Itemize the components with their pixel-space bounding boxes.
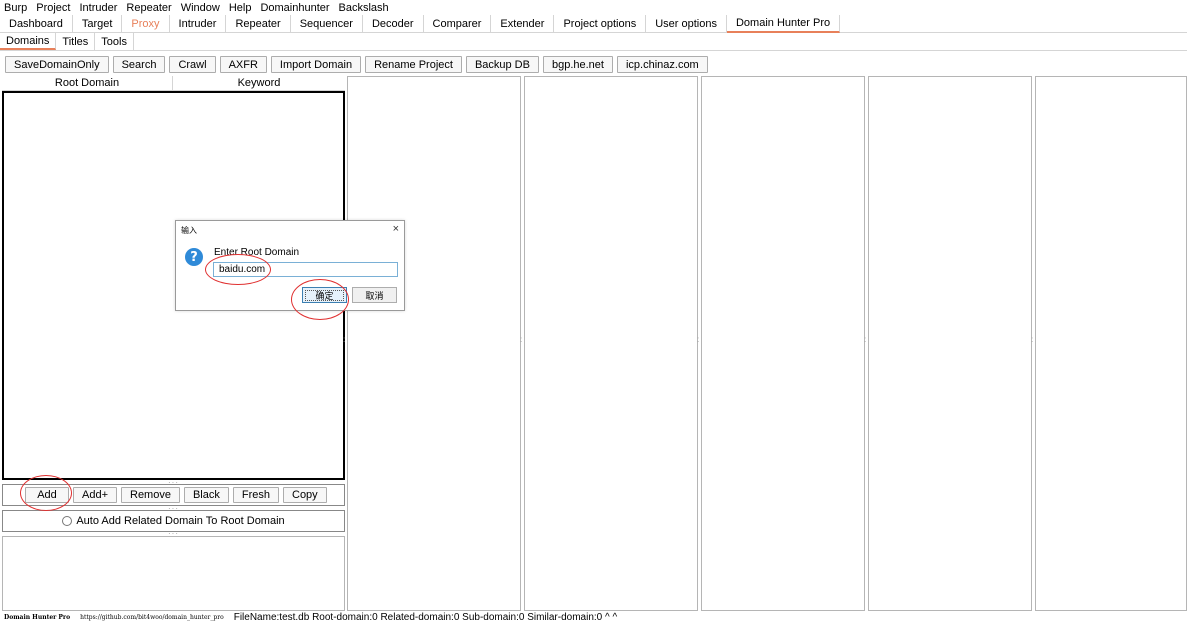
dialog-label: Enter Root Domain [214,247,300,258]
divider [0,50,1187,51]
main-tab-bar: Dashboard Target Proxy Intruder Repeater… [0,15,1187,33]
menu-bar: Burp Project Intruder Repeater Window He… [0,0,1187,15]
result-panel-2[interactable] [524,76,698,611]
ok-button[interactable]: 确定 [302,287,347,303]
status-github-link[interactable]: https://github.com/bit4woo/domain_hunter… [80,614,224,621]
add-plus-button[interactable]: Add+ [73,487,117,503]
status-brand: Domain Hunter Pro [4,614,71,621]
question-icon: ? [185,248,203,266]
fresh-button[interactable]: Fresh [232,487,279,503]
add-button[interactable]: Add [25,487,69,503]
tab-intruder[interactable]: Intruder [170,15,227,33]
column-keyword[interactable]: Keyword [173,76,345,90]
menu-domainhunter[interactable]: Domainhunter [260,2,329,14]
tab-extender[interactable]: Extender [491,15,555,33]
dialog-title: 输入 [181,226,197,235]
result-panel-4[interactable] [868,76,1032,611]
ok-button-label: 确定 [305,289,344,301]
tab-sequencer[interactable]: Sequencer [291,15,363,33]
cancel-button[interactable]: 取消 [352,287,397,303]
remove-button[interactable]: Remove [121,487,180,503]
splitter-handle[interactable]: : [343,336,347,344]
root-domain-input[interactable]: baidu.com [213,262,398,277]
splitter-handle[interactable]: : [1031,336,1035,344]
result-panel-1[interactable] [347,76,521,611]
splitter-handle[interactable]: : [697,336,701,344]
domain-action-buttons: Add Add+ Remove Black Fresh Copy [2,484,345,506]
status-summary: FileName:test.db Root-domain:0 Related-d… [233,612,618,623]
tab-decoder[interactable]: Decoder [363,15,424,33]
auto-add-label: Auto Add Related Domain To Root Domain [76,515,285,527]
copy-button[interactable]: Copy [283,487,327,503]
tab-proxy[interactable]: Proxy [122,15,170,33]
menu-burp[interactable]: Burp [4,2,27,14]
save-domain-only-button[interactable]: SaveDomainOnly [5,56,109,73]
icp-chinaz-button[interactable]: icp.chinaz.com [616,56,708,73]
menu-repeater[interactable]: Repeater [126,2,171,14]
crawl-button[interactable]: Crawl [169,56,216,73]
menu-backslash[interactable]: Backslash [339,2,389,14]
axfr-button[interactable]: AXFR [219,56,267,73]
menu-intruder[interactable]: Intruder [80,2,118,14]
close-icon[interactable]: × [393,223,399,235]
result-panel-5[interactable] [1035,76,1187,611]
black-button[interactable]: Black [183,487,229,503]
subtab-domains[interactable]: Domains [0,33,57,50]
tab-repeater[interactable]: Repeater [226,15,291,33]
column-root-domain[interactable]: Root Domain [2,76,173,90]
subtab-titles[interactable]: Titles [56,33,96,50]
search-button[interactable]: Search [112,56,166,73]
tab-target[interactable]: Target [73,15,123,33]
bottom-text-area[interactable] [2,536,345,611]
menu-help[interactable]: Help [229,2,252,14]
tab-domain-hunter-pro[interactable]: Domain Hunter Pro [726,15,841,33]
bgp-he-net-button[interactable]: bgp.he.net [542,56,613,73]
sub-tab-bar: Domains Titles Tools [0,33,134,50]
status-bar: Domain Hunter Pro https://github.com/bit… [4,612,617,623]
tab-user-options[interactable]: User options [646,15,727,33]
result-panel-3[interactable] [701,76,865,611]
backup-db-button[interactable]: Backup DB [465,56,539,73]
toolbar: SaveDomainOnly Search Crawl AXFR Import … [5,56,708,73]
tab-project-options[interactable]: Project options [554,15,647,33]
tab-dashboard[interactable]: Dashboard [0,15,73,33]
menu-project[interactable]: Project [36,2,70,14]
import-domain-button[interactable]: Import Domain [270,56,362,73]
tab-comparer[interactable]: Comparer [424,15,492,33]
menu-window[interactable]: Window [181,2,220,14]
auto-add-radio[interactable] [62,516,73,526]
subtab-tools[interactable]: Tools [95,33,134,50]
splitter-handle[interactable]: : [520,336,524,344]
root-domain-table-header: Root Domain Keyword [2,76,345,91]
enter-root-domain-dialog: 输入 × ? Enter Root Domain baidu.com 确定 取消 [175,220,405,311]
splitter-handle[interactable]: : [864,336,868,344]
rename-project-button[interactable]: Rename Project [365,56,462,73]
